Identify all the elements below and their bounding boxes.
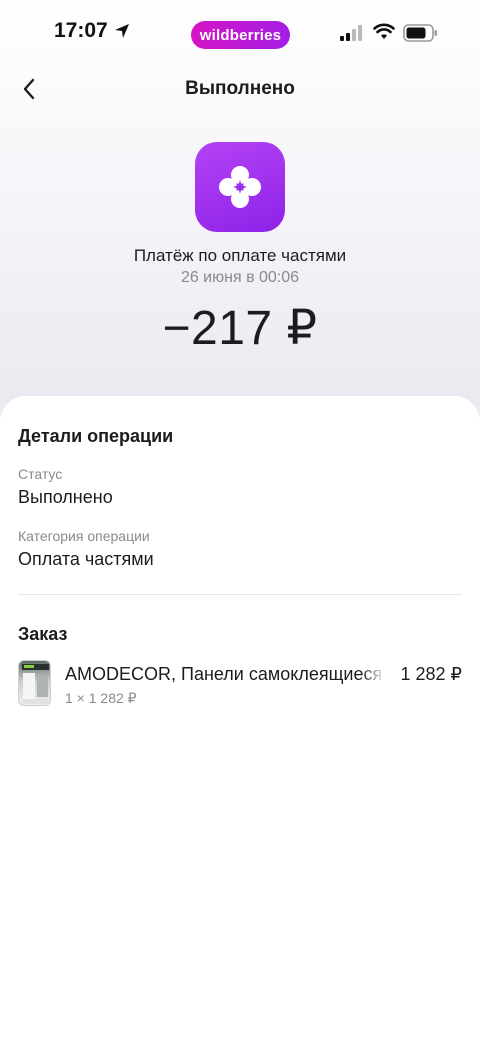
cellular-signal-icon: [340, 25, 362, 41]
product-name: AMODECOR, Панели самоклеящиеся: [65, 664, 385, 685]
installment-payment-icon: [195, 142, 285, 232]
status-bar: 17:07 wildberries: [0, 0, 480, 66]
category-value: Оплата частями: [18, 549, 154, 569]
category-label: Категория операции: [18, 528, 150, 544]
product-image: [22, 664, 49, 704]
order-section-title: Заказ: [18, 624, 68, 644]
section-divider: [18, 594, 462, 595]
status-value: Выполнено: [18, 487, 113, 507]
brand-badge: wildberries: [191, 21, 290, 49]
battery-icon: [403, 24, 437, 42]
location-arrow-icon: [114, 24, 129, 38]
operation-details-card: Детали операции Статус Выполнено Категор…: [0, 396, 480, 1041]
time-text: 17:07: [54, 19, 108, 42]
wifi-icon: [373, 23, 395, 39]
details-section-title: Детали операции: [18, 426, 174, 446]
page-title: Выполнено: [185, 78, 295, 99]
payment-amount: −217 ₽: [162, 302, 318, 355]
clover-sparkle-icon: [219, 166, 261, 208]
product-thumbnail: [18, 660, 51, 706]
payment-date: 26 июня в 00:06: [180, 269, 300, 286]
status-time: 17:07: [54, 19, 130, 43]
order-item[interactable]: AMODECOR, Панели самоклеящиеся 1 282 ₽ 1…: [0, 660, 480, 710]
brand-label: wildberries: [199, 26, 282, 44]
payment-title: Платёж по оплате частями: [133, 246, 347, 265]
product-price: 1 282 ₽: [400, 664, 463, 684]
status-label: Статус: [18, 466, 63, 482]
product-quantity: 1 × 1 282 ₽: [65, 690, 137, 706]
navigation-bar: Выполнено: [0, 66, 480, 112]
